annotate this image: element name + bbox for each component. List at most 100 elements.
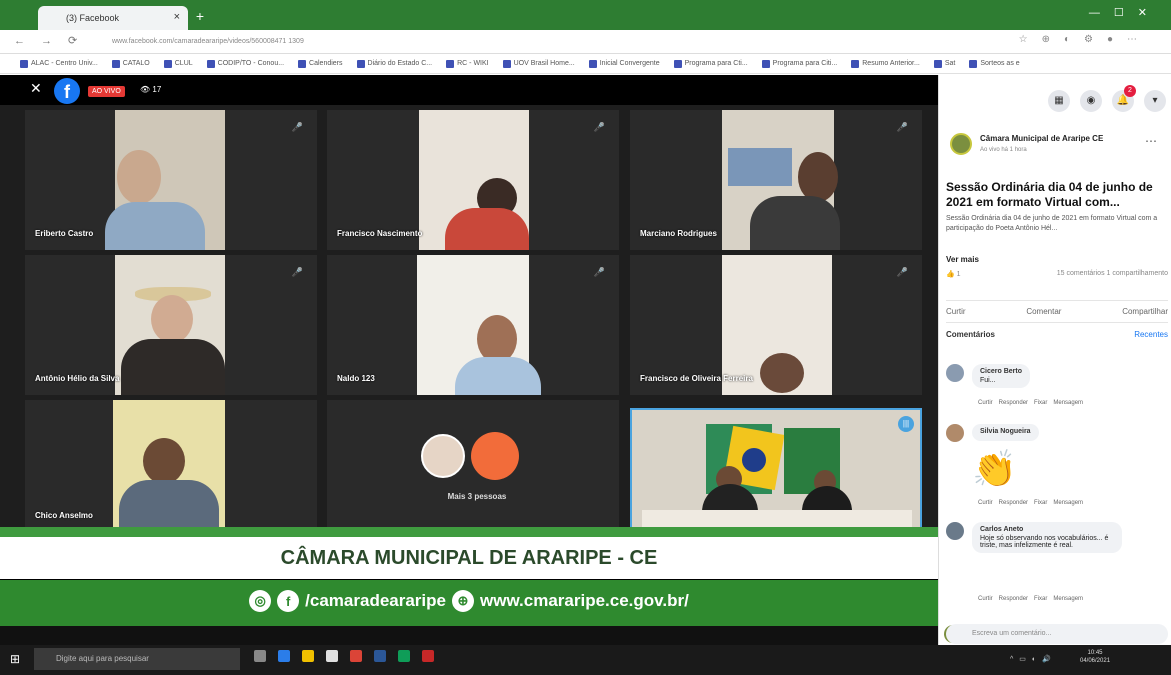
comment-bubble: Cicero Berto Fui... (972, 364, 1031, 388)
system-tray[interactable]: ^▭◐🔊 (1010, 655, 1057, 663)
apps-grid-icon[interactable]: ▦ (1048, 90, 1070, 112)
bookmark-label: Calendiers (309, 60, 343, 67)
bookmark-item[interactable]: Programa para Citi... (761, 59, 837, 68)
app-icon[interactable] (422, 650, 434, 662)
browser-tab[interactable]: (3) Facebook × (38, 6, 188, 30)
bookmark-item[interactable]: CODIP/TO - Conou... (206, 59, 284, 68)
comment-author[interactable]: Carlos Aneto (980, 526, 1114, 533)
app-icon[interactable] (398, 650, 410, 662)
windows-start-icon[interactable]: ⊞ (10, 652, 20, 666)
messenger-icon[interactable]: ◉ (1080, 90, 1102, 112)
globe-icon: ⊕ (452, 590, 474, 612)
facebook-logo-icon[interactable]: f (54, 78, 80, 104)
bookmark-item[interactable]: CATALO (111, 59, 150, 68)
taskbar-clock[interactable]: 10:45 04/06/2021 (1080, 649, 1110, 665)
like-button[interactable]: Curtir (946, 307, 966, 316)
bookmark-item[interactable]: Calendiers (298, 59, 343, 68)
comment-text: Fui... (980, 377, 996, 384)
word-icon[interactable] (374, 650, 386, 662)
close-icon[interactable]: × (174, 11, 180, 23)
window-controls[interactable]: —☐✕ (1089, 6, 1161, 19)
bookmark-item[interactable]: RC - WIKI (446, 59, 489, 68)
post-actions: Curtir Comentar Compartilhar (946, 300, 1168, 323)
bookmark-icon (969, 59, 978, 68)
bookmark-item[interactable]: Sat (933, 59, 956, 68)
avatar[interactable] (946, 364, 964, 382)
comment-like[interactable]: Curtir (978, 596, 993, 602)
participant-tile: 🎤 Francisco Nascimento (327, 110, 619, 250)
participant-tile: 🎤 Naldo 123 (327, 255, 619, 395)
bookmark-item[interactable]: Resumo Anterior... (851, 59, 920, 68)
bookmark-label: Sat (944, 60, 956, 67)
bookmark-item[interactable]: Sorteos as e (969, 59, 1020, 68)
website-url: www.cmararipe.ce.gov.br/ (480, 591, 689, 610)
bookmark-icon (502, 59, 511, 68)
nav-buttons[interactable]: ←→⟳ (14, 34, 93, 47)
participant-name: Naldo 123 (337, 374, 375, 383)
bookmark-icon (933, 59, 942, 68)
page-avatar[interactable] (950, 133, 972, 155)
bookmark-icon (588, 59, 597, 68)
comment-author[interactable]: Silvia Nogueira (980, 428, 1031, 435)
participant-tile: 🎤 Eriberto Castro (25, 110, 317, 250)
viewer-count: 👁 17 (140, 85, 162, 94)
post-title: Sessão Ordinária dia 04 de junho de 2021… (946, 180, 1153, 209)
task-view-icon[interactable] (254, 650, 266, 662)
account-menu-icon[interactable]: ▾ (1144, 90, 1166, 112)
comment-message[interactable]: Mensagem (1053, 500, 1083, 506)
comment-like[interactable]: Curtir (978, 400, 993, 406)
comments-filter[interactable]: Recentes (1134, 330, 1168, 339)
bookmark-item[interactable]: ALAC - Centro Univ... (20, 59, 98, 68)
comment-bubble: Silvia Nogueira (972, 424, 1039, 441)
mic-muted-icon: 🎤 (896, 122, 908, 132)
page-name[interactable]: Câmara Municipal de Araripe CE (980, 134, 1103, 143)
bookmark-item[interactable]: Diário do Estado C... (356, 59, 432, 68)
bookmark-item[interactable]: UOV Brasil Home... (502, 59, 575, 68)
bookmark-item[interactable]: Inicial Convergente (588, 59, 660, 68)
post-meta: Ao vivo há 1 hora (980, 147, 1027, 153)
store-icon[interactable] (326, 650, 338, 662)
share-button[interactable]: Compartilhar (1122, 307, 1168, 316)
comment-pin[interactable]: Fixar (1034, 500, 1047, 506)
reactions-row[interactable]: 👍 1 15 comentários 1 compartilhamento (946, 270, 1168, 278)
like-count-value: 1 (956, 271, 961, 278)
comment-pin[interactable]: Fixar (1034, 596, 1047, 602)
comment-reply[interactable]: Responder (999, 596, 1028, 602)
comment-pin[interactable]: Fixar (1034, 400, 1047, 406)
avatar[interactable] (946, 424, 964, 442)
taskbar-search[interactable]: Digite aqui para pesquisar (34, 648, 240, 670)
bookmark-item[interactable]: Programa para Cti... (673, 59, 748, 68)
mic-muted-icon: 🎤 (896, 267, 908, 277)
bookmark-item[interactable]: CLUL (163, 59, 193, 68)
bookmark-icon (851, 59, 860, 68)
url-field[interactable]: www.facebook.com/camaradeararipe/videos/… (112, 34, 992, 50)
bookmark-label: Sorteos as e (980, 60, 1020, 67)
comment-reply[interactable]: Responder (999, 500, 1028, 506)
close-icon[interactable]: ✕ (30, 80, 42, 97)
mic-muted-icon: 🎤 (291, 122, 303, 132)
comment-author[interactable]: Cicero Berto (980, 368, 1022, 375)
participant-tile: 🎤 Marciano Rodrigues (630, 110, 922, 250)
comment-like[interactable]: Curtir (978, 500, 993, 506)
more-participants-label: Mais 3 pessoas (447, 492, 507, 501)
participant-grid: 🎤 Eriberto Castro 🎤 Francisco Nascimento… (0, 105, 938, 545)
bookmark-icon (356, 59, 365, 68)
comment-reply[interactable]: Responder (999, 400, 1028, 406)
comment-button[interactable]: Comentar (1026, 307, 1061, 316)
more-participants-tile[interactable]: Mais 3 pessoas (327, 400, 619, 532)
comment-share-count: 15 comentários 1 compartilhamento (1056, 270, 1168, 277)
comment-input[interactable]: Escreva um comentário... (946, 624, 1168, 644)
extension-icons[interactable]: ☆⊕◐⚙●⋯ (1019, 34, 1151, 45)
comment-text: Hoje só observando nos vocabulários... é… (980, 535, 1109, 549)
avatar[interactable] (946, 522, 964, 540)
more-options-icon[interactable]: ⋯ (1145, 134, 1157, 148)
new-tab-button[interactable]: + (192, 8, 208, 24)
file-explorer-icon[interactable] (302, 650, 314, 662)
edge-icon[interactable] (278, 650, 290, 662)
chrome-icon[interactable] (350, 650, 362, 662)
comment-actions: Curtir Responder Fixar Mensagem (978, 596, 1083, 602)
comment-message[interactable]: Mensagem (1053, 400, 1083, 406)
see-more-link[interactable]: Ver mais (946, 255, 979, 264)
comment-message[interactable]: Mensagem (1053, 596, 1083, 602)
bookmark-label: RC - WIKI (457, 60, 489, 67)
